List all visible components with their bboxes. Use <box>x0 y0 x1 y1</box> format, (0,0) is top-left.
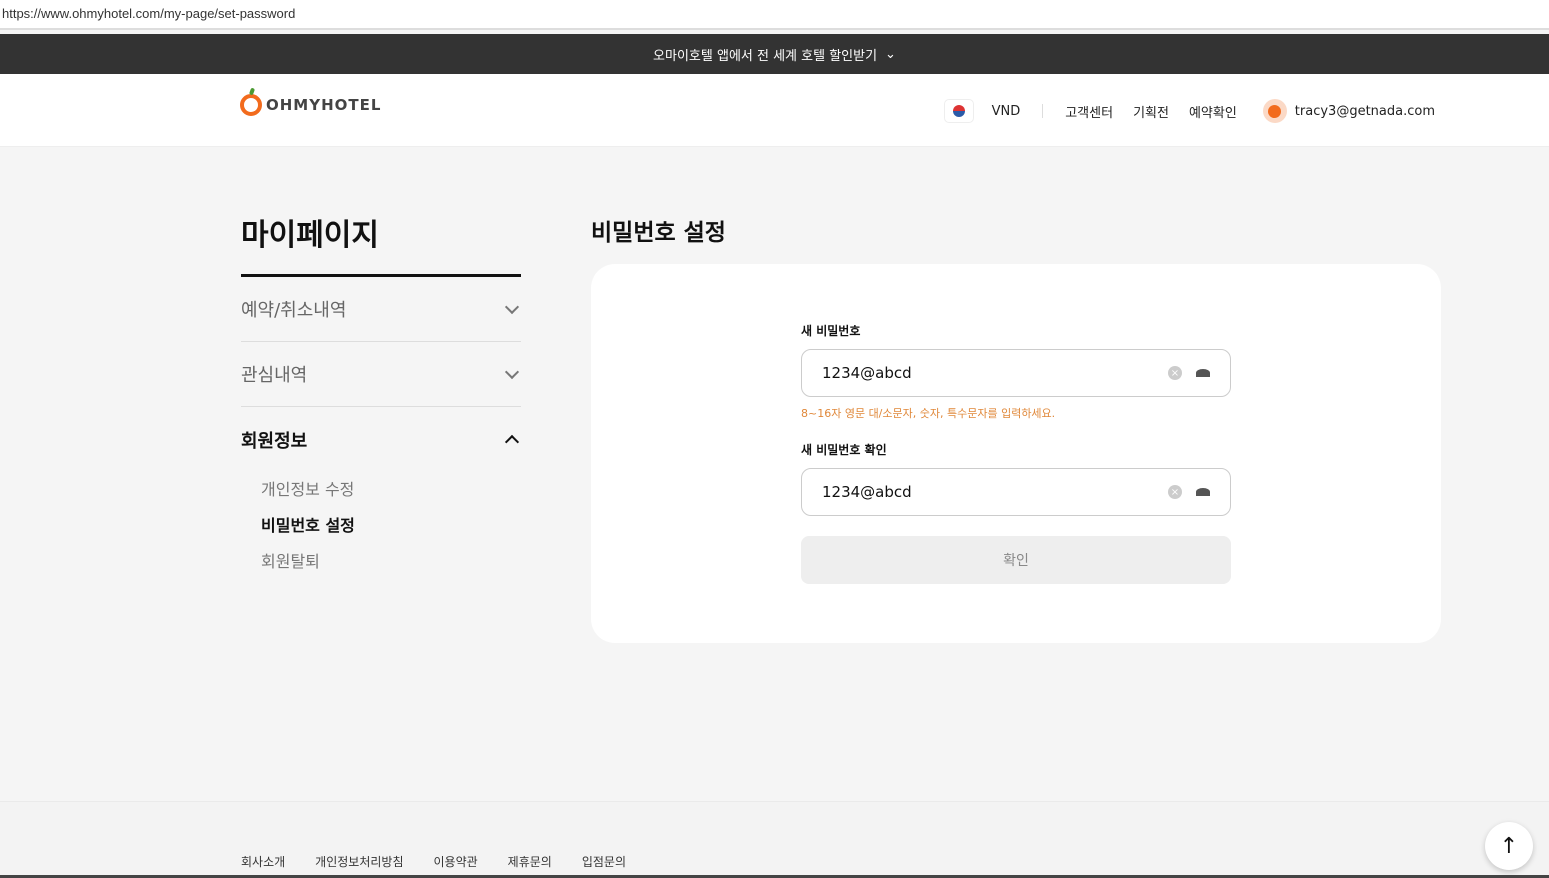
new-password-input[interactable]: 1234@abcd × <box>801 349 1231 397</box>
footer-link-about[interactable]: 회사소개 <box>241 853 285 870</box>
new-password-label: 새 비밀번호 <box>801 324 861 338</box>
logo[interactable]: OHMYHOTEL <box>240 94 381 116</box>
chevron-down-icon <box>504 299 520 314</box>
scroll-top-button[interactable]: ↑ <box>1485 822 1533 870</box>
divider <box>1042 104 1044 118</box>
password-hint: 8~16자 영문 대/소문자, 숫자, 특수문자를 입력하세요. <box>801 407 1056 420</box>
sub-item-set-password[interactable]: 비밀번호 설정 <box>261 508 521 544</box>
sidebar: 마이페이지 예약/취소내역 관심내역 회원정보 개인정보 수정 비밀번호 설정 … <box>241 210 521 580</box>
logo-icon <box>240 94 262 116</box>
sub-item-withdraw[interactable]: 회원탈퇴 <box>261 544 521 580</box>
menu-label: 회원정보 <box>241 430 308 452</box>
arrow-up-icon: ↑ <box>1499 833 1519 859</box>
sidebar-item-member-info[interactable]: 회원정보 <box>241 407 521 472</box>
currency-selector[interactable]: VND <box>992 104 1021 119</box>
footer: 회사소개 개인정보처리방침 이용약관 제휴문의 입점문의 ↑ <box>0 801 1549 878</box>
logo-text: OHMYHOTEL <box>266 96 382 114</box>
chevron-down-icon: ⌄ <box>885 46 896 62</box>
nav-reservation-check[interactable]: 예약확인 <box>1189 102 1237 121</box>
confirm-password-label: 새 비밀번호 확인 <box>801 443 887 457</box>
password-card: 새 비밀번호 1234@abcd × 8~16자 영문 대/소문자, 숫자, 특수… <box>591 264 1441 643</box>
confirm-password-value: 1234@abcd <box>822 483 912 501</box>
nav-customer-center[interactable]: 고객센터 <box>1065 102 1113 121</box>
clear-icon[interactable]: × <box>1168 485 1182 499</box>
eye-icon[interactable] <box>1196 369 1210 377</box>
nav-promotions[interactable]: 기획전 <box>1133 102 1169 121</box>
eye-icon[interactable] <box>1196 488 1210 496</box>
chevron-up-icon <box>504 434 520 450</box>
menu-label: 관심내역 <box>241 365 308 386</box>
sub-item-edit-profile[interactable]: 개인정보 수정 <box>261 472 521 508</box>
app-banner[interactable]: 오마이호텔 앱에서 전 세계 호텔 할인받기 ⌄ <box>0 34 1549 74</box>
clear-icon[interactable]: × <box>1168 366 1182 380</box>
avatar[interactable] <box>1262 99 1287 123</box>
footer-link-listing[interactable]: 입점문의 <box>582 853 626 870</box>
header: OHMYHOTEL VND 고객센터 기획전 예약확인 tracy3@getna… <box>0 74 1549 147</box>
new-password-value: 1234@abcd <box>822 364 912 382</box>
sidebar-item-reservations[interactable]: 예약/취소내역 <box>241 277 521 342</box>
korea-flag-icon[interactable] <box>943 99 974 123</box>
confirm-password-input[interactable]: 1234@abcd × <box>801 468 1231 516</box>
chevron-down-icon <box>504 364 520 379</box>
footer-link-partnership[interactable]: 제휴문의 <box>508 853 552 870</box>
confirm-button[interactable]: 확인 <box>801 536 1231 584</box>
footer-link-terms[interactable]: 이용약관 <box>434 853 478 870</box>
address-bar[interactable]: https://www.ohmyhotel.com/my-page/set-pa… <box>0 0 1549 30</box>
user-email[interactable]: tracy3@getnada.com <box>1295 104 1435 119</box>
footer-link-privacy[interactable]: 개인정보처리방침 <box>315 853 403 870</box>
banner-text: 오마이호텔 앱에서 전 세계 호텔 할인받기 <box>653 48 878 64</box>
sidebar-title: 마이페이지 <box>241 210 521 277</box>
sidebar-item-wishlist[interactable]: 관심내역 <box>241 342 521 407</box>
menu-label: 예약/취소내역 <box>241 300 347 321</box>
page-title: 비밀번호 설정 <box>591 220 726 246</box>
